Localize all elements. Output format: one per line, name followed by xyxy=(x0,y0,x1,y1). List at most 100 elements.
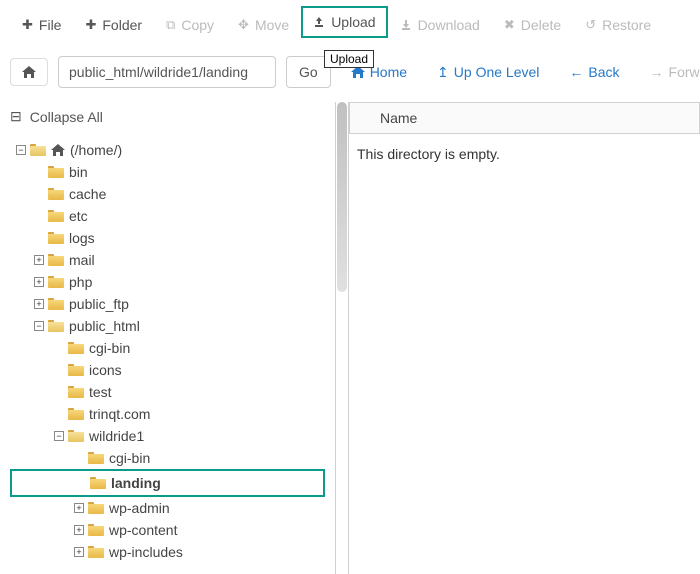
folder-icon xyxy=(48,320,64,332)
item-label: wp-admin xyxy=(109,500,170,516)
tree-item[interactable]: trinqt.com xyxy=(10,403,325,425)
main-area: ⊟ Collapse All −(/home/) bin cache etc lo… xyxy=(0,102,700,574)
move-label: Move xyxy=(255,17,289,33)
tree-item[interactable]: + wp-content xyxy=(10,519,325,541)
content-pane: Name This directory is empty. xyxy=(349,102,700,574)
folder-label: Folder xyxy=(102,17,142,33)
plus-icon: ✚ xyxy=(85,17,96,33)
tree-item[interactable]: +public_ftp xyxy=(10,293,325,315)
back-icon: ← xyxy=(569,64,583,80)
home-label: Home xyxy=(370,64,407,80)
folder-icon xyxy=(48,254,64,266)
folder-icon xyxy=(68,430,84,442)
folder-icon xyxy=(88,546,104,558)
delete-icon: ✖ xyxy=(504,17,515,33)
tree-item[interactable]: −public_html xyxy=(10,315,325,337)
folder-icon xyxy=(88,502,104,514)
collapse-all-button[interactable]: ⊟ Collapse All xyxy=(10,108,325,125)
folder-icon xyxy=(48,232,64,244)
delete-button: ✖Delete xyxy=(492,12,573,38)
tree-item[interactable]: cgi-bin xyxy=(10,337,325,359)
folder-icon xyxy=(48,298,64,310)
collapse-icon: ⊟ xyxy=(10,108,22,125)
tree-item[interactable]: bin xyxy=(10,161,325,183)
toggle-icon[interactable]: + xyxy=(34,255,44,265)
tree-item[interactable]: icons xyxy=(10,359,325,381)
folder-icon xyxy=(48,210,64,222)
copy-icon: ⧉ xyxy=(166,17,175,33)
path-input[interactable] xyxy=(58,56,276,88)
restore-icon: ↺ xyxy=(585,17,596,33)
toggle-icon[interactable]: + xyxy=(34,277,44,287)
sidebar: ⊟ Collapse All −(/home/) bin cache etc lo… xyxy=(0,102,335,574)
upload-tooltip: Upload xyxy=(324,50,374,68)
item-label: etc xyxy=(69,208,88,224)
upload-label: Upload xyxy=(331,14,375,30)
toggle-icon[interactable]: − xyxy=(54,431,64,441)
item-label: php xyxy=(69,274,92,290)
folder-icon xyxy=(68,386,84,398)
item-label: trinqt.com xyxy=(89,406,150,422)
file-button[interactable]: ✚ File xyxy=(10,12,73,38)
toggle-icon[interactable]: + xyxy=(74,525,84,535)
tree-item[interactable]: + php xyxy=(10,271,325,293)
item-label: wp-content xyxy=(109,522,177,538)
upload-button[interactable]: Upload xyxy=(301,6,387,38)
collapse-label: Collapse All xyxy=(30,109,103,125)
toggle-icon[interactable]: + xyxy=(74,503,84,513)
folder-icon xyxy=(68,342,84,354)
item-label: wildride1 xyxy=(89,428,144,444)
tree-item[interactable]: +mail xyxy=(10,249,325,271)
toggle-icon[interactable]: − xyxy=(34,321,44,331)
item-label: cgi-bin xyxy=(109,450,150,466)
folder-tree: −(/home/) bin cache etc logs +mail +php … xyxy=(10,139,325,563)
empty-message: This directory is empty. xyxy=(349,134,700,174)
plus-icon: ✚ xyxy=(22,17,33,33)
copy-button: ⧉ Copy xyxy=(154,12,226,38)
tree-item[interactable]: cache xyxy=(10,183,325,205)
tree-item-selected[interactable]: landing xyxy=(10,469,325,497)
file-label: File xyxy=(39,17,62,33)
folder-icon xyxy=(88,524,104,536)
download-icon xyxy=(400,19,412,31)
restore-button: ↺ Restore xyxy=(573,12,663,38)
folder-icon xyxy=(68,364,84,376)
tree-item[interactable]: logs xyxy=(10,227,325,249)
home-icon-button[interactable] xyxy=(10,58,48,86)
tree-item[interactable]: − wildride1 xyxy=(10,425,325,447)
up-link[interactable]: ↥Up One Level xyxy=(427,64,549,81)
move-button: ✥ Move xyxy=(226,12,301,38)
restore-label: Restore xyxy=(602,17,651,33)
home-icon xyxy=(51,144,65,156)
tree-item[interactable]: + wp-admin xyxy=(10,497,325,519)
download-button: Download xyxy=(388,12,492,38)
tree-item[interactable]: test xyxy=(10,381,325,403)
tree-item[interactable]: etc xyxy=(10,205,325,227)
toggle-icon[interactable]: + xyxy=(74,547,84,557)
tree-item[interactable]: +wp-includes xyxy=(10,541,325,563)
back-label: Back xyxy=(588,64,619,80)
up-label: Up One Level xyxy=(454,64,540,80)
move-icon: ✥ xyxy=(238,17,249,33)
home-icon xyxy=(21,65,37,79)
back-link[interactable]: ← Back xyxy=(559,64,629,80)
toolbar: ✚ File ✚ Folder ⧉ Copy ✥ Move Upload Downloa… xyxy=(0,0,700,56)
splitter[interactable] xyxy=(335,102,349,574)
toggle-icon[interactable]: + xyxy=(34,299,44,309)
item-label: bin xyxy=(69,164,88,180)
folder-icon xyxy=(48,166,64,178)
folder-button[interactable]: ✚ Folder xyxy=(73,12,154,38)
upload-icon xyxy=(313,16,325,28)
column-header-name[interactable]: Name xyxy=(349,102,700,134)
tree-item[interactable]: cgi-bin xyxy=(10,447,325,469)
forward-link: → Forward xyxy=(640,64,700,80)
item-label: test xyxy=(89,384,112,400)
toggle-icon[interactable]: − xyxy=(16,145,26,155)
folder-icon xyxy=(48,188,64,200)
folder-icon xyxy=(30,144,46,156)
forward-icon: → xyxy=(650,64,664,80)
forward-label: Forward xyxy=(669,64,700,80)
tree-root[interactable]: −(/home/) xyxy=(10,139,325,161)
copy-label: Copy xyxy=(181,17,214,33)
item-label: logs xyxy=(69,230,95,246)
